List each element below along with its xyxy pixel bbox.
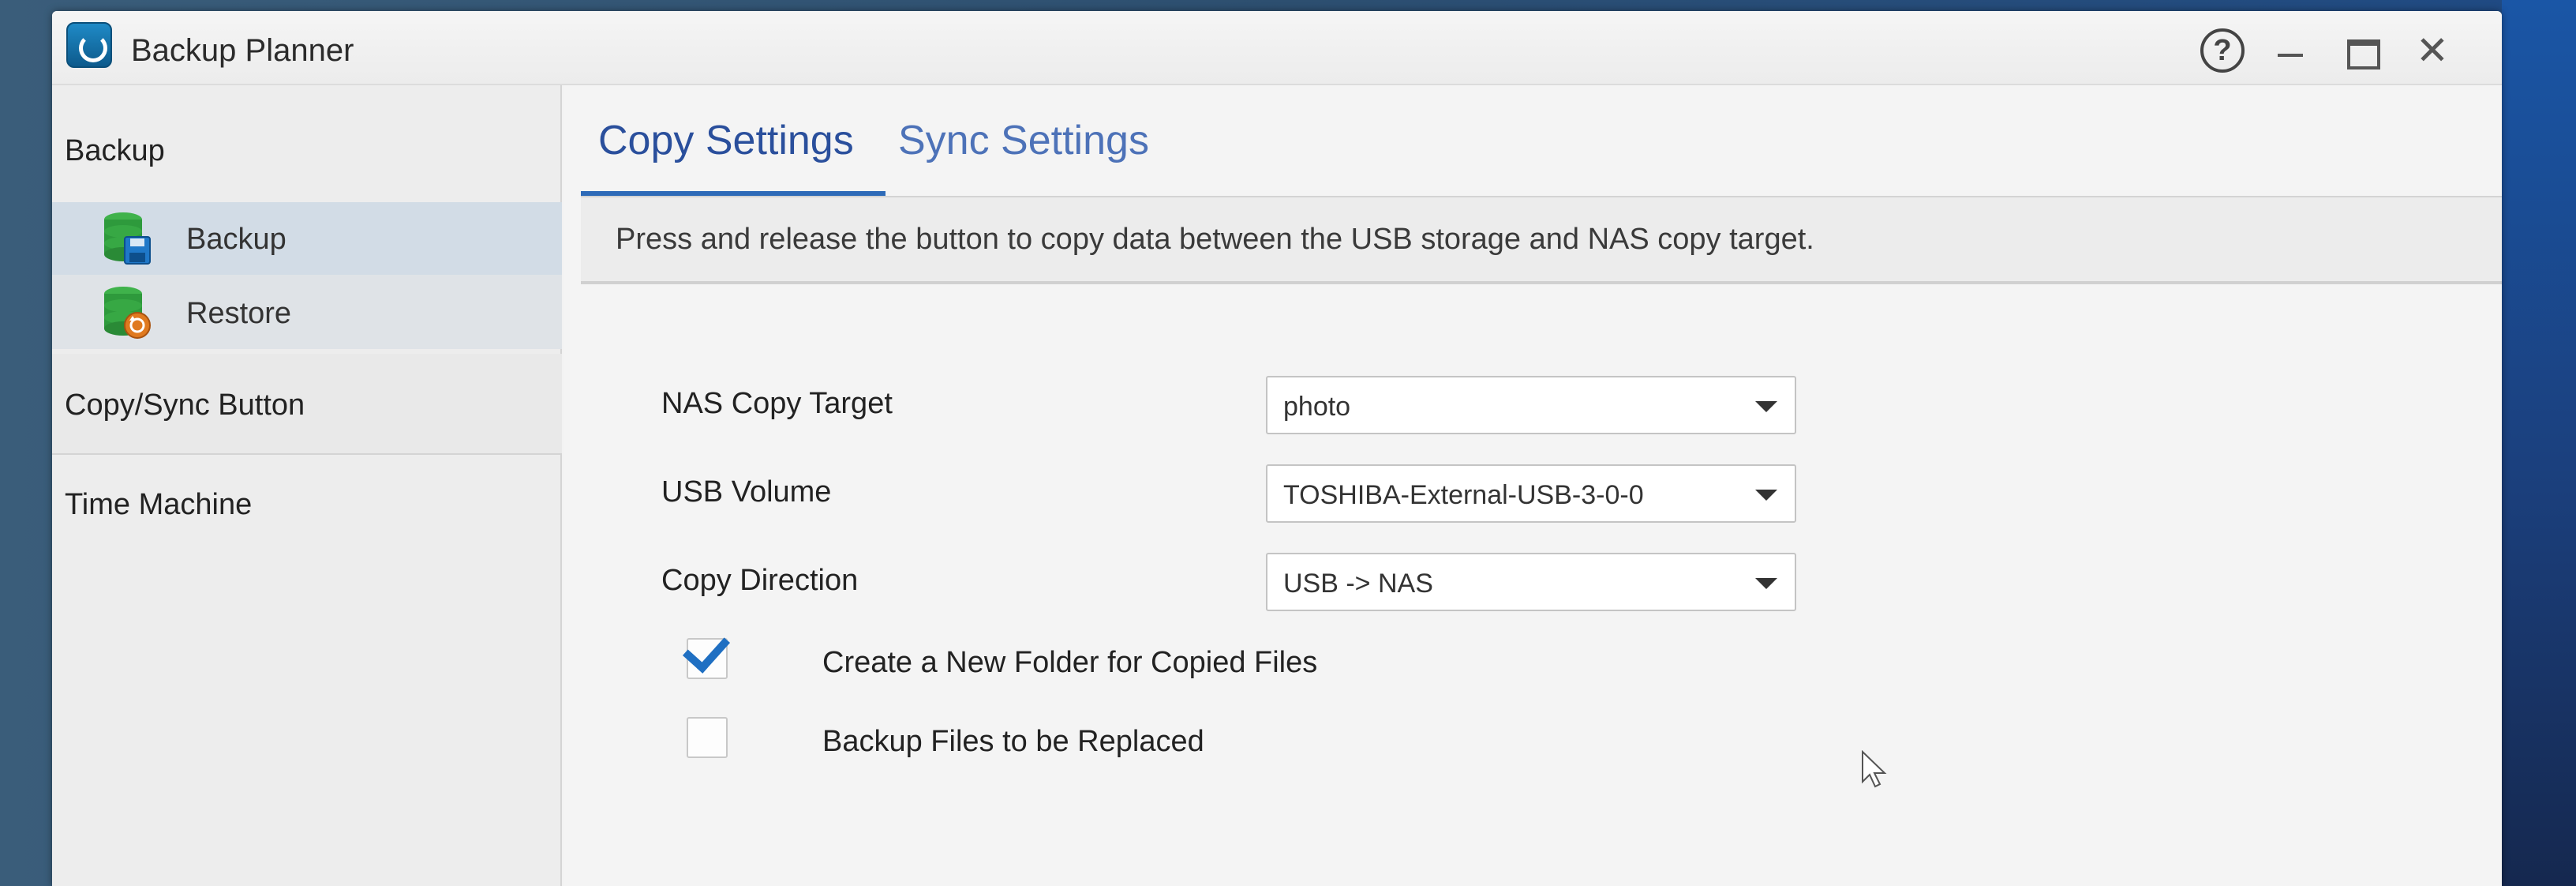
maximize-icon[interactable] bbox=[2339, 28, 2383, 73]
tab-copy-settings[interactable]: Copy Settings bbox=[598, 117, 854, 164]
desktop-background bbox=[2502, 0, 2576, 886]
backup-planner-app-icon bbox=[66, 22, 112, 68]
create-new-folder-label[interactable]: Create a New Folder for Copied Files bbox=[822, 646, 1317, 680]
usb-volume-label: USB Volume bbox=[661, 475, 832, 509]
info-bar: Press and release the button to copy dat… bbox=[581, 197, 2502, 284]
sidebar-item-time-machine[interactable]: Time Machine bbox=[65, 488, 252, 522]
mouse-cursor-icon bbox=[1862, 750, 1887, 788]
sidebar-section-backup[interactable]: Backup bbox=[65, 134, 165, 168]
sidebar-item-backup[interactable]: Backup bbox=[52, 202, 562, 275]
nas-copy-target-select[interactable]: photo bbox=[1266, 376, 1796, 434]
sidebar-item-copy-sync-button[interactable]: Copy/Sync Button bbox=[65, 389, 305, 422]
sidebar-item-label: Restore bbox=[186, 297, 292, 330]
copy-direction-label: Copy Direction bbox=[661, 564, 859, 597]
tab-sync-settings[interactable]: Sync Settings bbox=[898, 117, 1149, 164]
database-save-icon bbox=[104, 212, 151, 265]
sidebar-item-label: Backup bbox=[186, 223, 286, 256]
sidebar-divider bbox=[52, 453, 562, 455]
checkmark-icon bbox=[682, 625, 731, 674]
create-new-folder-checkbox[interactable] bbox=[682, 625, 731, 679]
backup-replaced-files-label[interactable]: Backup Files to be Replaced bbox=[822, 725, 1204, 759]
chevron-down-icon bbox=[1755, 490, 1777, 501]
tab-bar: Copy Settings Sync Settings bbox=[564, 85, 2502, 204]
chevron-down-icon bbox=[1755, 578, 1777, 589]
backup-planner-window: Backup Planner ? ✕ Backup Backup Restore… bbox=[52, 11, 2502, 886]
help-icon[interactable]: ? bbox=[2200, 28, 2245, 73]
close-icon[interactable]: ✕ bbox=[2410, 28, 2454, 73]
nas-copy-target-label: NAS Copy Target bbox=[661, 387, 893, 420]
usb-volume-value: TOSHIBA-External-USB-3-0-0 bbox=[1283, 480, 1644, 510]
database-restore-icon bbox=[104, 287, 151, 339]
sidebar-item-restore[interactable]: Restore bbox=[52, 276, 562, 349]
minimize-icon[interactable] bbox=[2268, 28, 2312, 73]
sidebar: Backup Backup Restore Copy/Sync Button T… bbox=[52, 85, 562, 886]
nas-copy-target-value: photo bbox=[1283, 392, 1351, 422]
copy-direction-select[interactable]: USB -> NAS bbox=[1266, 553, 1796, 611]
usb-volume-select[interactable]: TOSHIBA-External-USB-3-0-0 bbox=[1266, 464, 1796, 523]
chevron-down-icon bbox=[1755, 401, 1777, 412]
title-bar[interactable]: Backup Planner ? ✕ bbox=[52, 11, 2502, 85]
main-panel: Copy Settings Sync Settings Press and re… bbox=[564, 85, 2502, 886]
copy-direction-value: USB -> NAS bbox=[1283, 569, 1433, 599]
info-text: Press and release the button to copy dat… bbox=[616, 223, 1814, 256]
backup-replaced-files-checkbox[interactable] bbox=[687, 717, 728, 758]
window-title: Backup Planner bbox=[131, 33, 354, 68]
